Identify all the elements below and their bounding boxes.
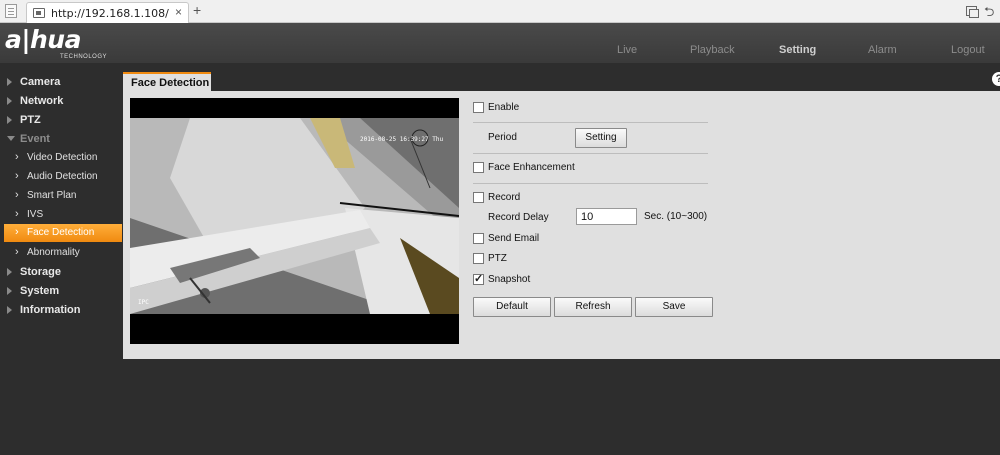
nav-live[interactable]: Live xyxy=(617,44,637,56)
chevron-right-icon: › xyxy=(15,151,19,163)
sidebar-item-label: Information xyxy=(20,304,81,316)
nav-logout[interactable]: Logout xyxy=(951,44,985,56)
browser-toolbar: http://192.168.1.108/ × + ⮌ xyxy=(0,0,1000,23)
expand-arrow-icon xyxy=(7,116,12,124)
chevron-right-icon: › xyxy=(15,170,19,182)
enable-label: Enable xyxy=(488,102,520,113)
camera-favicon-icon xyxy=(33,8,45,18)
divider xyxy=(473,153,708,154)
app-header: a|hua TECHNOLOGY Live Playback Setting A… xyxy=(0,23,1000,63)
collapse-arrow-icon xyxy=(7,136,15,141)
tab-label: Face Detection xyxy=(131,77,210,89)
send-email-checkbox[interactable] xyxy=(473,233,484,244)
expand-arrow-icon xyxy=(7,97,12,105)
help-icon[interactable]: ? xyxy=(992,72,1000,86)
sidebar-item-storage[interactable]: Storage xyxy=(0,263,122,281)
page-icon[interactable] xyxy=(5,4,17,18)
sidebar-subitem-label: Face Detection xyxy=(27,227,95,238)
period-setting-button[interactable]: Setting xyxy=(575,128,627,148)
sidebar-item-label: Storage xyxy=(20,266,61,278)
sidebar-item-ptz[interactable]: PTZ xyxy=(0,111,122,129)
sidebar-subitem-label: Abnormality xyxy=(27,247,80,258)
sidebar-subitem-label: Smart Plan xyxy=(27,190,77,201)
sidebar-subitem-audio-detection[interactable]: › Audio Detection xyxy=(4,168,122,186)
enable-checkbox[interactable] xyxy=(473,102,484,113)
sidebar-item-label: Network xyxy=(20,95,64,107)
sidebar-item-network[interactable]: Network xyxy=(0,92,122,110)
camera-feed-image: 2016-08-25 16:39:27 Thu IPC xyxy=(130,98,459,344)
sidebar-item-event[interactable]: Event xyxy=(0,130,122,148)
refresh-button[interactable]: Refresh xyxy=(554,297,632,317)
chevron-right-icon: › xyxy=(15,246,19,258)
sidebar-subitem-face-detection[interactable]: › Face Detection xyxy=(4,224,122,242)
brand-subtitle: TECHNOLOGY xyxy=(60,54,108,60)
send-email-label: Send Email xyxy=(488,233,540,244)
expand-arrow-icon xyxy=(7,268,12,276)
record-delay-label: Record Delay xyxy=(488,212,549,223)
window-icon[interactable] xyxy=(966,6,979,18)
nav-setting[interactable]: Setting xyxy=(779,44,816,56)
chevron-right-icon: › xyxy=(15,226,19,238)
close-tab-icon[interactable]: × xyxy=(175,5,182,19)
sidebar-item-label: System xyxy=(20,285,60,297)
default-button[interactable]: Default xyxy=(473,297,551,317)
sidebar-item-label: Event xyxy=(20,133,50,145)
back-arrow-icon[interactable]: ⮌ xyxy=(984,3,994,25)
record-label: Record xyxy=(488,192,521,203)
sidebar: Camera Network PTZ Event › Video Detecti… xyxy=(0,63,122,455)
snapshot-checkbox[interactable] xyxy=(473,272,484,285)
period-label: Period xyxy=(488,132,517,143)
face-enhancement-label: Face Enhancement xyxy=(488,162,575,173)
record-delay-range: Sec. (10~300) xyxy=(644,211,708,222)
record-checkbox[interactable] xyxy=(473,192,484,203)
video-channel-label: IPC xyxy=(138,299,149,306)
chevron-right-icon: › xyxy=(15,208,19,220)
sidebar-item-label: PTZ xyxy=(20,114,41,126)
tab-face-detection[interactable]: Face Detection xyxy=(123,72,211,91)
sidebar-subitem-video-detection[interactable]: › Video Detection xyxy=(4,149,122,167)
sidebar-item-information[interactable]: Information xyxy=(0,301,122,319)
face-enhancement-checkbox[interactable] xyxy=(473,162,484,173)
snapshot-label: Snapshot xyxy=(488,274,531,285)
video-preview[interactable]: 2016-08-25 16:39:27 Thu IPC xyxy=(130,98,459,344)
ptz-checkbox[interactable] xyxy=(473,253,484,264)
sidebar-subitem-label: Audio Detection xyxy=(27,171,98,182)
expand-arrow-icon xyxy=(7,306,12,314)
nav-alarm[interactable]: Alarm xyxy=(868,44,897,56)
sidebar-item-system[interactable]: System xyxy=(0,282,122,300)
sidebar-subitem-label: IVS xyxy=(27,209,44,220)
sidebar-item-camera[interactable]: Camera xyxy=(0,73,122,91)
browser-tab[interactable]: http://192.168.1.108/ × xyxy=(26,2,189,23)
divider xyxy=(473,122,708,123)
ptz-label: PTZ xyxy=(488,253,507,264)
brand-logo: a|hua xyxy=(5,25,81,54)
new-tab-button[interactable]: + xyxy=(193,2,201,18)
sidebar-item-label: Camera xyxy=(20,76,61,88)
divider xyxy=(473,183,708,184)
expand-arrow-icon xyxy=(7,78,12,86)
sidebar-subitem-label: Video Detection xyxy=(27,152,98,163)
record-delay-input[interactable] xyxy=(576,208,637,225)
nav-playback[interactable]: Playback xyxy=(690,44,735,56)
video-timestamp: 2016-08-25 16:39:27 Thu xyxy=(360,136,443,143)
chevron-right-icon: › xyxy=(15,189,19,201)
sidebar-subitem-smart-plan[interactable]: › Smart Plan xyxy=(4,187,122,205)
sidebar-subitem-abnormality[interactable]: › Abnormality xyxy=(4,244,122,262)
save-button[interactable]: Save xyxy=(635,297,713,317)
tab-url: http://192.168.1.108/ xyxy=(51,7,169,20)
expand-arrow-icon xyxy=(7,287,12,295)
sidebar-subitem-ivs[interactable]: › IVS xyxy=(4,206,122,224)
